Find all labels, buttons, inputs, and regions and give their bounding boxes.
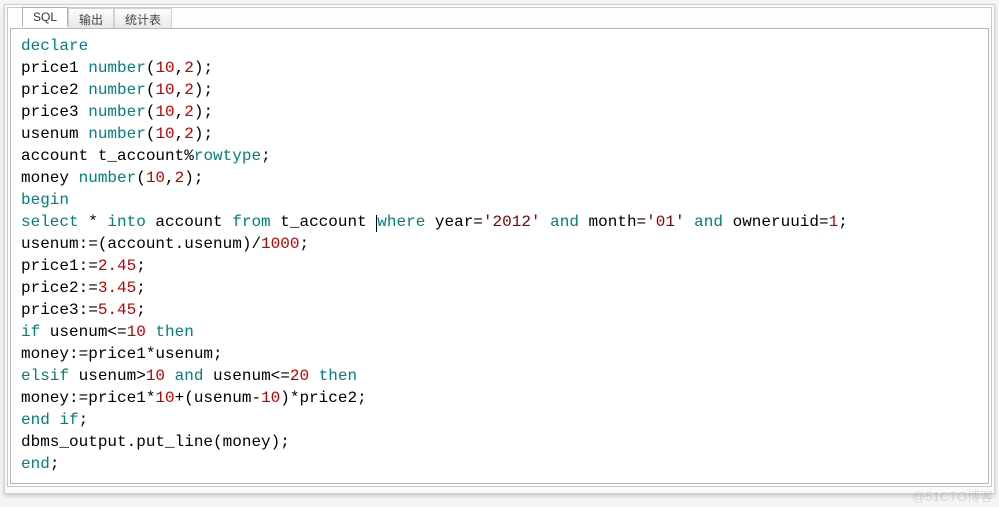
tab-output[interactable]: 输出 (68, 8, 114, 28)
editor-panel: SQL 输出 统计表 declare price1 number(10,2); … (7, 7, 992, 487)
tab-sql[interactable]: SQL (22, 7, 68, 27)
editor-window: SQL 输出 统计表 declare price1 number(10,2); … (4, 4, 995, 494)
sql-code-editor[interactable]: declare price1 number(10,2); price2 numb… (10, 28, 989, 484)
tab-bar: SQL 输出 统计表 (22, 7, 999, 27)
tab-statistics[interactable]: 统计表 (114, 8, 172, 28)
